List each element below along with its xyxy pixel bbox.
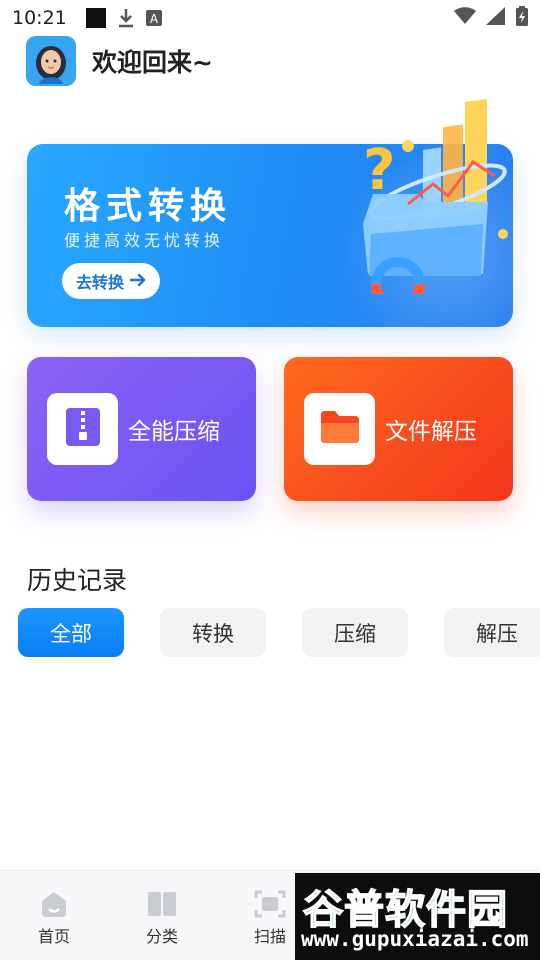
watermark-url: www.gupuxiazai.com xyxy=(301,927,529,951)
banner-title: 格式转换 xyxy=(64,186,233,227)
avatar[interactable] xyxy=(26,36,76,86)
tab-extract[interactable]: 解压 xyxy=(444,608,540,657)
extract-icon-box xyxy=(304,393,375,465)
format-convert-banner[interactable]: 格式转换 便捷高效无忧转换 去转换 ? xyxy=(27,98,540,354)
history-title: 历史记录 xyxy=(27,566,128,595)
welcome-text: 欢迎回来~ xyxy=(92,48,213,77)
zip-file-icon xyxy=(65,408,100,450)
scan-icon xyxy=(254,889,286,919)
folder-icon xyxy=(320,411,359,447)
book-icon xyxy=(146,889,178,919)
compress-card[interactable]: 全能压缩 xyxy=(27,357,256,501)
nav-label-home: 首页 xyxy=(37,927,70,946)
nav-item-home[interactable]: 首页 xyxy=(24,889,84,947)
header: 欢迎回来~ xyxy=(26,36,213,86)
a-notification-icon: A xyxy=(145,9,163,27)
status-time: 10:21 xyxy=(12,7,67,29)
tab-convert[interactable]: 转换 xyxy=(160,608,266,657)
arrow-right-icon xyxy=(129,272,146,291)
history-tabs: 全部 转换 压缩 解压 xyxy=(18,608,540,657)
folder-chart-illustration: ? xyxy=(323,84,523,311)
download-icon xyxy=(117,8,135,28)
compress-icon-box xyxy=(47,393,118,465)
nav-item-scan[interactable]: 扫描 xyxy=(240,889,300,947)
extract-card[interactable]: 文件解压 xyxy=(284,357,513,501)
go-convert-label: 去转换 xyxy=(75,273,124,292)
square-notification-icon xyxy=(85,7,107,29)
signal-icon xyxy=(486,7,506,29)
battery-charging-icon xyxy=(516,6,528,30)
home-icon xyxy=(38,889,70,919)
wifi-icon xyxy=(454,7,476,29)
compress-label: 全能压缩 xyxy=(128,419,220,445)
go-convert-button[interactable]: 去转换 xyxy=(62,263,160,299)
tab-compress[interactable]: 压缩 xyxy=(302,608,408,657)
svg-text:A: A xyxy=(150,12,159,26)
tab-all[interactable]: 全部 xyxy=(18,608,124,657)
nav-label-category: 分类 xyxy=(145,927,178,946)
site-watermark: 谷普软件园 www.gupuxiazai.com xyxy=(295,873,540,960)
nav-item-category[interactable]: 分类 xyxy=(132,889,192,947)
status-bar: 10:21 A xyxy=(0,0,540,36)
banner-subtitle: 便捷高效无忧转换 xyxy=(64,231,225,250)
nav-label-scan: 扫描 xyxy=(253,927,286,946)
extract-label: 文件解压 xyxy=(385,419,477,445)
